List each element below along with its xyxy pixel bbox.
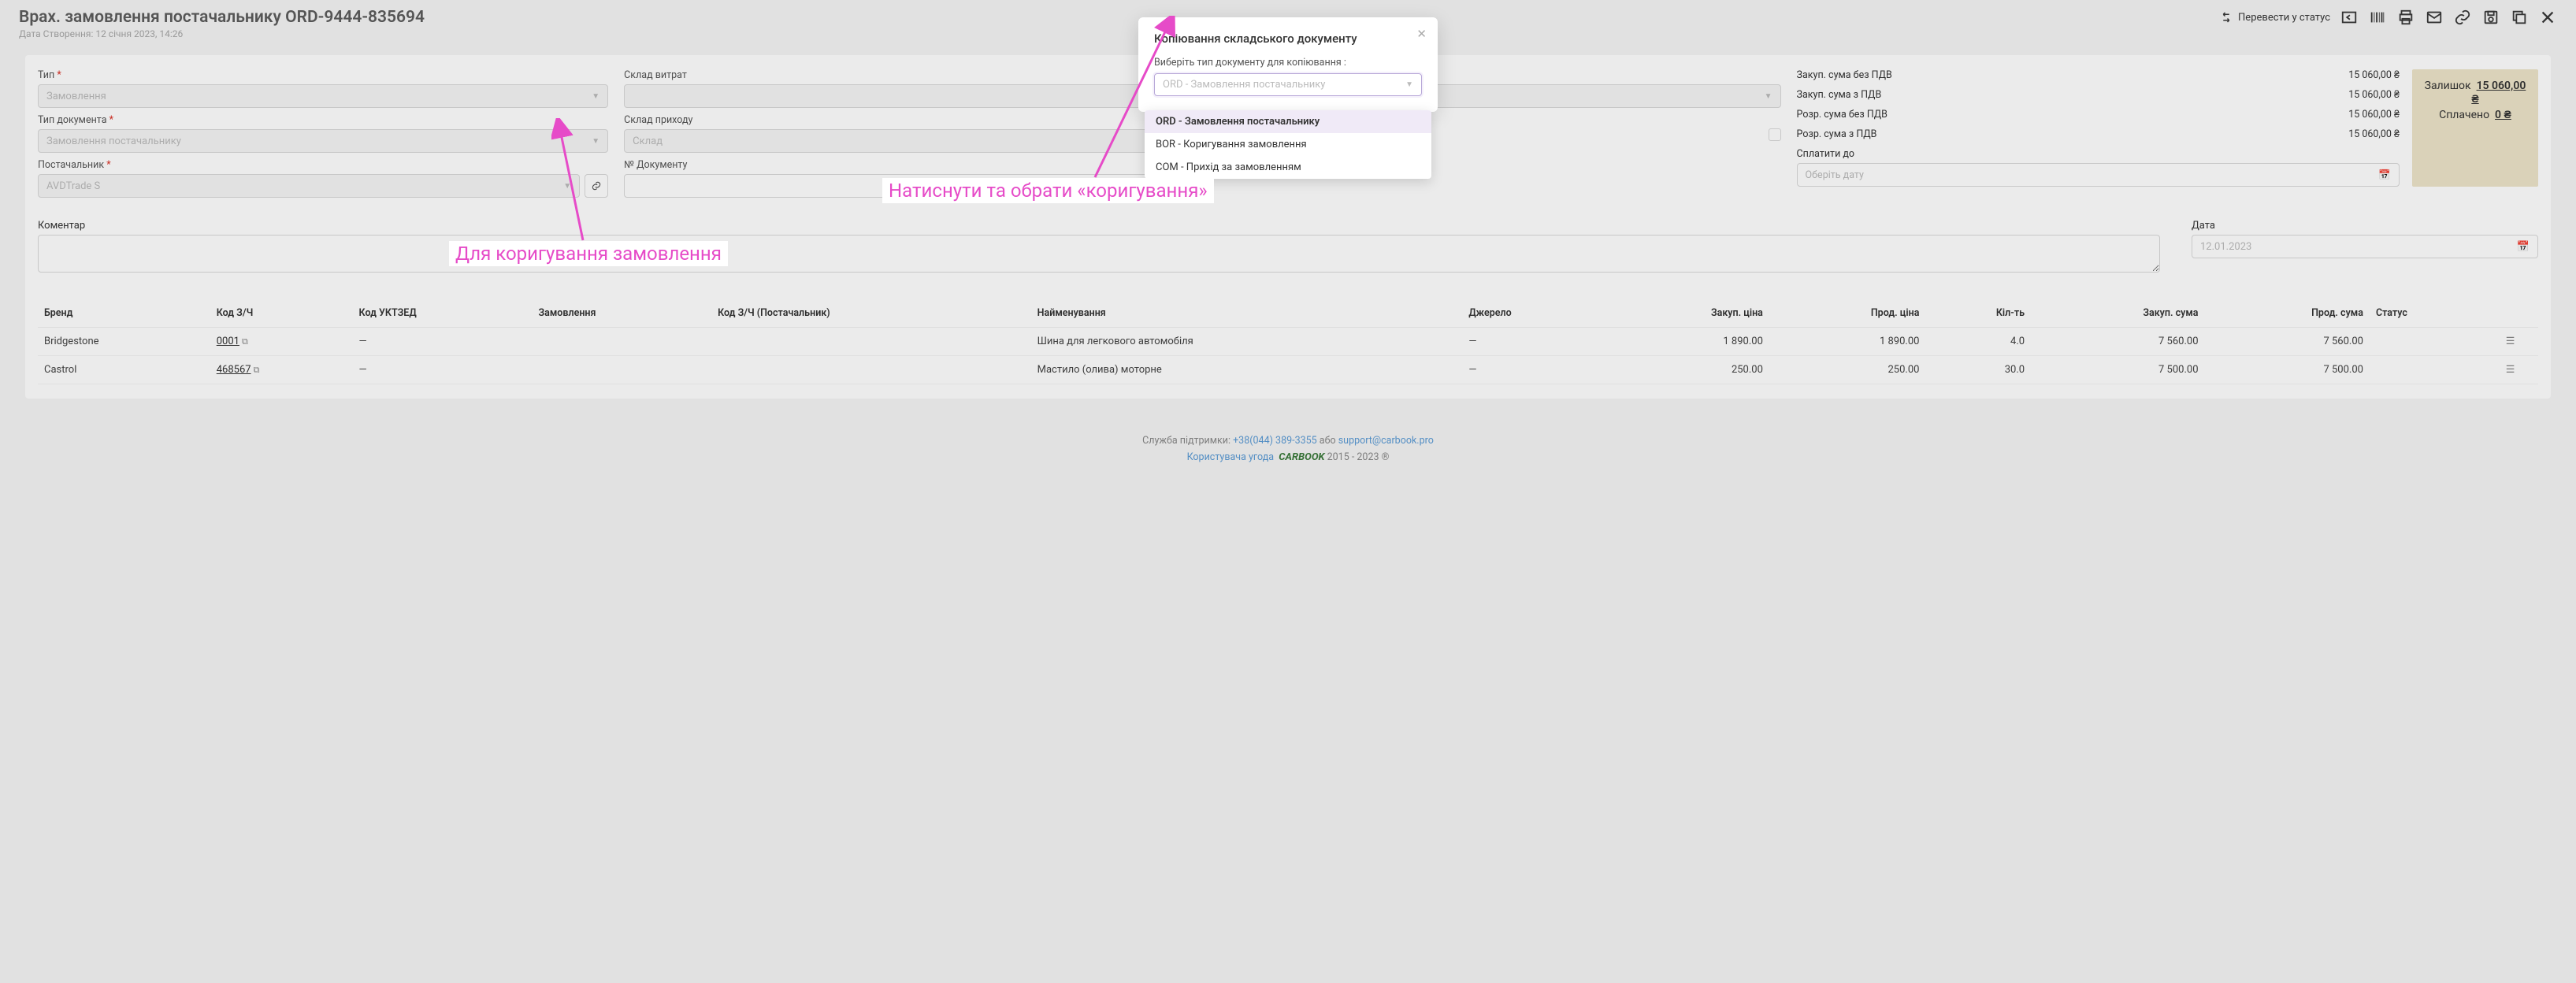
save-icon[interactable] <box>2481 8 2500 27</box>
document-type-select[interactable]: ORD - Замовлення постачальнику▼ <box>1154 73 1422 96</box>
print-icon[interactable] <box>2396 8 2415 27</box>
barcode-icon[interactable] <box>2368 8 2387 27</box>
annotation-1: Для коригування замовлення <box>449 241 728 266</box>
modal-title: Копіювання складського документу <box>1154 32 1422 46</box>
modal-close-icon[interactable]: ✕ <box>1416 27 1427 41</box>
copy-document-modal: ✕ Копіювання складського документу Вибер… <box>1138 17 1438 112</box>
dropdown-option-ord[interactable]: ORD - Замовлення постачальнику <box>1145 110 1431 133</box>
link-icon[interactable] <box>2453 8 2472 27</box>
dropdown-option-com[interactable]: COM - Прихід за замовленням <box>1145 156 1431 179</box>
annotation-2: Натиснути та обрати «коригування» <box>882 178 1214 203</box>
page-title: Врах. замовлення постачальнику ORD-9444-… <box>19 8 425 27</box>
change-status-button[interactable]: Перевести у статус <box>2219 10 2330 24</box>
creation-date: Дата Створення: 12 січня 2023, 14:26 <box>19 28 425 39</box>
mail-icon[interactable] <box>2425 8 2444 27</box>
document-type-dropdown: ORD - Замовлення постачальнику BOR - Кор… <box>1145 110 1431 179</box>
copy-icon[interactable] <box>2510 8 2529 27</box>
chevron-down-icon: ▼ <box>1405 80 1413 89</box>
modal-label: Виберіть тип документу для копіювання : <box>1154 57 1422 69</box>
close-icon[interactable] <box>2538 8 2557 27</box>
dropdown-option-bor[interactable]: BOR - Коригування замовлення <box>1145 133 1431 156</box>
back-icon[interactable] <box>2340 8 2359 27</box>
